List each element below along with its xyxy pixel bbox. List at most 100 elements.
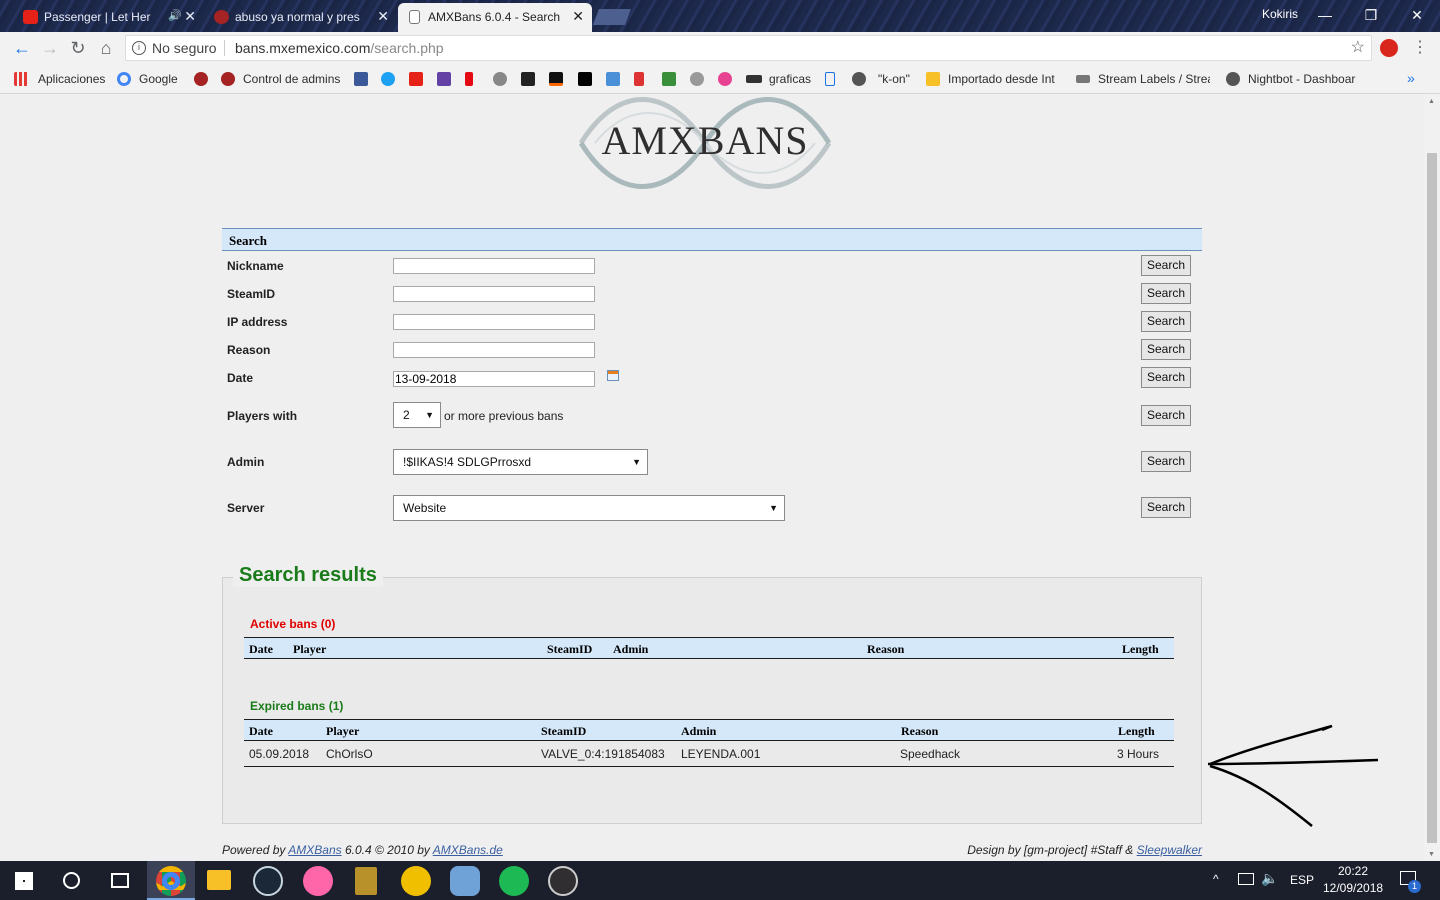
file-explorer-icon[interactable] — [207, 870, 231, 890]
windows-start-icon[interactable] — [15, 872, 33, 890]
site-icon[interactable] — [493, 72, 507, 86]
ip-address-input[interactable] — [393, 314, 595, 330]
tb-icon[interactable] — [746, 75, 762, 83]
address-bar[interactable]: i No seguro bans.mxemexico.com/search.ph… — [125, 35, 1372, 61]
site-icon[interactable] — [606, 72, 620, 86]
table-row[interactable]: 05.09.2018 ChOrlsO VALVE_0:4:191854083 L… — [244, 741, 1174, 767]
bookmark-k-on[interactable]: "k-on" — [878, 72, 910, 86]
calendar-icon[interactable] — [607, 370, 619, 381]
bookmark-nightbot[interactable]: Nightbot - Dashboar — [1248, 72, 1356, 86]
volume-icon[interactable]: 🔈 — [1261, 870, 1278, 887]
gear-icon[interactable] — [690, 72, 704, 86]
paint-icon[interactable] — [450, 866, 480, 896]
bookmarks-bar: Aplicaciones Google Control de admins gr… — [0, 64, 1440, 94]
site-icon — [214, 10, 229, 24]
site-icon[interactable] — [549, 72, 563, 86]
more-bookmarks-button[interactable]: » — [1407, 70, 1415, 86]
tab-title: AMXBans 6.0.4 - Search — [428, 10, 561, 24]
nickname-input[interactable] — [393, 258, 595, 274]
site-icon[interactable] — [578, 72, 592, 86]
steamid-input[interactable] — [393, 286, 595, 302]
csgo-icon[interactable] — [401, 866, 431, 896]
spotify-icon[interactable] — [499, 866, 529, 896]
language-indicator[interactable]: ESP — [1290, 873, 1314, 887]
page-icon[interactable] — [825, 72, 835, 86]
amxbans-de-link[interactable]: AMXBans.de — [433, 843, 503, 857]
apps-icon[interactable] — [14, 72, 28, 86]
sleepwalker-link[interactable]: Sleepwalker — [1137, 843, 1202, 857]
admin-select[interactable]: !$IIKAS!4 SDLGPrrosxd ▼ — [393, 449, 648, 475]
footer-left: Powered by AMXBans 6.0.4 © 2010 by AMXBa… — [222, 843, 503, 857]
search-server-button[interactable]: Search — [1141, 497, 1191, 518]
profile-name[interactable]: Kokiris — [1262, 7, 1298, 21]
forward-icon[interactable]: → — [38, 36, 62, 60]
twitter-icon[interactable] — [381, 72, 395, 86]
info-icon[interactable]: i — [132, 41, 146, 55]
cortana-icon[interactable] — [63, 872, 80, 889]
amxbans-link[interactable]: AMXBans — [288, 843, 341, 857]
home-icon[interactable]: ⌂ — [94, 36, 118, 60]
menu-icon[interactable]: ⋮ — [1408, 36, 1432, 60]
network-icon[interactable] — [1238, 873, 1254, 885]
reason-input[interactable] — [393, 342, 595, 358]
youtube-icon[interactable] — [409, 72, 423, 86]
reload-icon[interactable]: ↻ — [66, 36, 90, 60]
bookmark-stream-labels[interactable]: Stream Labels / Strea — [1098, 72, 1210, 86]
search-players-button[interactable]: Search — [1141, 405, 1191, 426]
osu-icon[interactable] — [303, 866, 333, 896]
task-view-icon[interactable] — [111, 873, 129, 888]
tab-passenger[interactable]: Passenger | Let Her 🔊 ✕ — [14, 3, 204, 32]
minimize-icon[interactable]: — — [1305, 4, 1345, 26]
speaker-icon[interactable]: 🔊 — [168, 9, 182, 22]
tab-amxbans[interactable]: AMXBans 6.0.4 - Search ✕ — [398, 3, 592, 32]
tab-abuso[interactable]: abuso ya normal y pres ✕ — [205, 3, 397, 32]
close-tab-icon[interactable]: ✕ — [377, 8, 389, 25]
search-nickname-button[interactable]: Search — [1141, 255, 1191, 276]
clock-date[interactable]: 12/09/2018 — [1323, 881, 1383, 895]
browser-toolbar: ← → ↻ ⌂ i No seguro bans.mxemexico.com/s… — [0, 32, 1440, 64]
new-tab-button[interactable] — [593, 9, 631, 25]
scroll-up-icon[interactable]: ▲ — [1428, 98, 1435, 105]
search-admin-button[interactable]: Search — [1141, 451, 1191, 472]
site-icon[interactable] — [634, 72, 644, 86]
steam-icon[interactable] — [253, 866, 283, 896]
facebook-icon[interactable] — [354, 72, 368, 86]
col-date: Date — [249, 642, 273, 656]
col-reason: Reason — [901, 724, 939, 738]
bookmark-control-admins[interactable]: Control de admins — [243, 72, 340, 86]
twitch-icon[interactable] — [437, 72, 451, 86]
bookmark-importado[interactable]: Importado desde Int — [948, 72, 1056, 86]
show-hidden-icons[interactable]: ^ — [1213, 872, 1219, 886]
date-input[interactable]: 13-09-2018 — [393, 371, 595, 387]
af-icon[interactable] — [521, 72, 535, 86]
bookmark-aplicaciones[interactable]: Aplicaciones — [38, 72, 105, 86]
league-icon[interactable] — [355, 867, 377, 895]
search-ip-button[interactable]: Search — [1141, 311, 1191, 332]
clock-time[interactable]: 20:22 — [1338, 864, 1368, 878]
bookmark-google[interactable]: Google — [139, 72, 178, 86]
close-tab-icon[interactable]: ✕ — [572, 8, 584, 25]
star-icon[interactable]: ☆ — [1351, 36, 1365, 60]
admin-label: Admin — [227, 455, 265, 469]
close-tab-icon[interactable]: ✕ — [184, 8, 196, 25]
nickname-label: Nickname — [227, 259, 284, 273]
extension-icon[interactable] — [1380, 39, 1398, 57]
bookmark-graficas[interactable]: graficas — [769, 72, 811, 86]
search-date-button[interactable]: Search — [1141, 367, 1191, 388]
scrollbar-thumb[interactable] — [1427, 153, 1437, 843]
obs-icon[interactable] — [548, 866, 578, 896]
netflix-icon[interactable] — [465, 72, 473, 86]
scroll-down-icon[interactable]: ▼ — [1428, 851, 1435, 858]
previous-bans-select[interactable]: 2 ▼ — [393, 402, 441, 428]
back-icon[interactable]: ← — [10, 36, 34, 60]
site-icon[interactable] — [194, 72, 208, 86]
server-select[interactable]: Website ▼ — [393, 495, 785, 521]
m-icon[interactable] — [662, 72, 676, 86]
search-reason-button[interactable]: Search — [1141, 339, 1191, 360]
url-domain: bans.mxemexico.com — [235, 40, 371, 56]
close-window-icon[interactable]: ✕ — [1397, 4, 1437, 26]
restore-icon[interactable]: ❐ — [1351, 4, 1391, 26]
search-steamid-button[interactable]: Search — [1141, 283, 1191, 304]
osu-icon[interactable] — [718, 72, 732, 86]
taskbar-chrome[interactable] — [147, 861, 195, 900]
